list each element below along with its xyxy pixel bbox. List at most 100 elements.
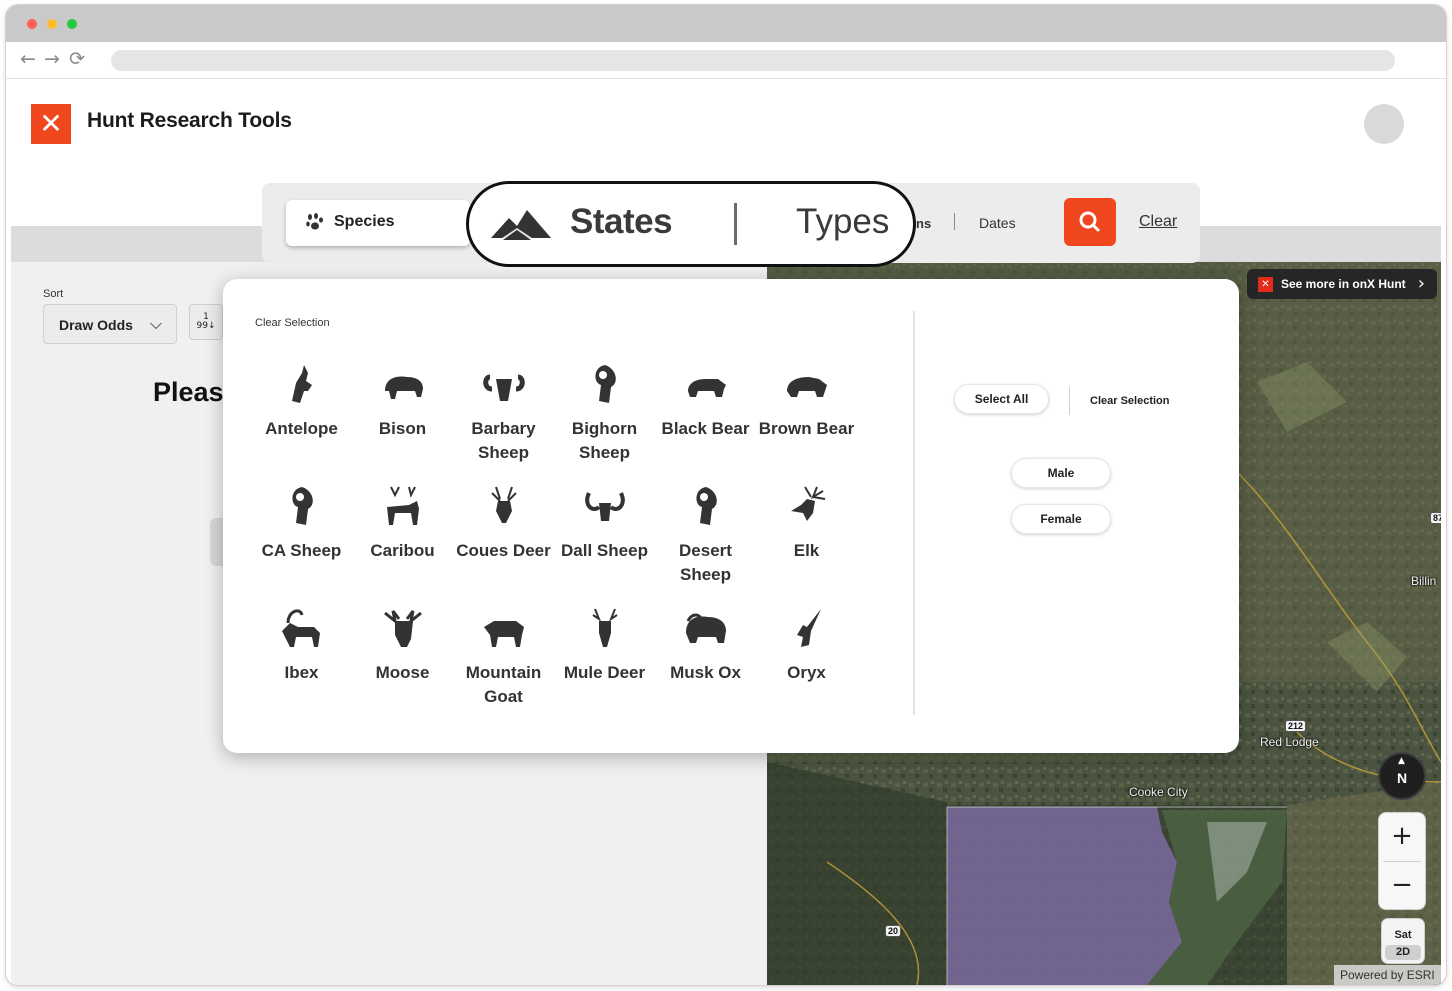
road-badge-20: 20 [885,925,902,937]
address-bar[interactable] [111,50,1395,71]
species-tile[interactable]: Elk [756,483,857,605]
species-name: Antelope [265,419,338,438]
species-name: Ibex [284,663,319,682]
ca-sheep-icon [291,487,313,525]
species-tile[interactable]: Oryx [756,605,857,727]
species-name: Black Bear [661,419,750,438]
bighorn-sheep-icon [594,365,616,403]
species-tile[interactable]: Dall Sheep [554,483,655,605]
sort-dropdown-value: Draw Odds [59,317,133,333]
species-tile[interactable]: CA Sheep [251,483,352,605]
species-tile[interactable]: Coues Deer [453,483,554,605]
browser-chrome: ← → ⟳ [6,5,1446,79]
species-name: Oryx [787,663,826,682]
species-tile[interactable]: Bison [352,361,453,483]
chevron-right-icon: › [1417,273,1425,294]
sex-panel-divider [1069,387,1070,415]
oryx-icon [796,609,821,647]
brown-bear-icon [786,377,827,397]
species-name: Mule Deer [563,663,646,682]
map-label-red-lodge: Red Lodge [1260,735,1319,749]
sort-direction-button[interactable]: 1 99↓ [189,304,223,340]
sort-label: Sort [43,288,64,300]
species-tile[interactable]: Moose [352,605,453,727]
species-name: Bison [378,419,427,438]
black-bear-icon [687,379,726,397]
states-filter[interactable]: States [570,202,673,242]
dall-sheep-icon [584,492,625,521]
types-filter[interactable]: Types [796,202,889,242]
browser-nav-row: ← → ⟳ [6,42,1446,79]
see-more-onx-button[interactable]: ✕ See more in onX Hunt › [1247,269,1437,299]
reload-icon[interactable]: ⟳ [69,48,85,70]
antelope-icon [291,365,312,403]
map-label-billings: Billin [1411,574,1437,588]
callout-divider [734,203,737,245]
browser-window: ← → ⟳ ✕ Hunt Research Tools Sort Draw Od… [6,5,1446,985]
species-name: Mountain Goat [465,663,542,706]
see-more-onx-label: See more in onX Hunt [1281,277,1406,291]
close-window-button[interactable] [27,19,37,29]
compass-label: N [1396,770,1408,786]
sex-option-female[interactable]: Female [1011,504,1111,534]
barbary-sheep-icon [482,374,525,401]
view-mode-toggle[interactable]: 2D [1385,945,1421,960]
basemap-label: Sat [1394,929,1412,941]
species-name: Musk Ox [670,663,741,682]
elk-icon [790,486,825,521]
clear-filters-link[interactable]: Clear [1139,213,1177,231]
species-clear-selection[interactable]: Clear Selection [255,317,330,329]
mountain-goat-icon [483,621,524,647]
seasons-filter-partial[interactable]: ns [916,216,931,231]
user-avatar[interactable] [1364,104,1404,144]
species-filter-label: Species [334,213,395,230]
species-name: Coues Deer [456,541,551,560]
select-all-button[interactable]: Select All [954,384,1049,414]
sort-dropdown[interactable]: Draw Odds ⌵ [43,304,177,344]
road-badge-87: 87 [1430,512,1441,524]
species-name: Brown Bear [758,419,855,438]
onx-logo[interactable]: ✕ [31,104,71,144]
dates-filter[interactable]: Dates [979,215,1016,231]
maximize-window-button[interactable] [67,19,77,29]
species-tile[interactable]: Mountain Goat [453,605,554,727]
mountain-states-icon[interactable] [489,200,553,244]
species-tile[interactable]: Musk Ox [655,605,756,727]
species-tile[interactable]: Antelope [251,361,352,483]
species-tile[interactable]: Caribou [352,483,453,605]
species-tile[interactable]: Bighorn Sheep [554,361,655,483]
musk-ox-icon [685,613,726,643]
species-tile[interactable]: Ibex [251,605,352,727]
ibex-icon [281,609,320,647]
sex-option-male[interactable]: Male [1011,458,1111,488]
forward-arrow-icon[interactable]: → [44,48,60,70]
species-name: Moose [375,663,430,682]
minimize-window-button[interactable] [47,19,57,29]
sex-clear-selection[interactable]: Clear Selection [1090,395,1169,407]
zoom-control: + − [1378,812,1426,910]
sort-direction-bottom: 99↓ [196,321,216,331]
map-label-cooke-city: Cooke City [1129,785,1188,799]
back-arrow-icon[interactable]: ← [20,48,36,70]
species-tile[interactable]: Barbary Sheep [453,361,554,483]
compass-button[interactable]: ▲ N [1378,752,1426,800]
app-title: Hunt Research Tools [87,109,292,132]
species-tile[interactable]: Black Bear [655,361,756,483]
zoom-out-button[interactable]: − [1379,862,1425,910]
paw-print-icon [306,213,323,230]
search-button[interactable] [1064,198,1116,246]
species-name: Barbary Sheep [471,419,536,462]
panel-divider [913,311,915,715]
chevron-down-icon: ⌵ [149,314,162,333]
species-tile[interactable]: Desert Sheep [655,483,756,605]
species-filter-button[interactable]: Species [286,200,470,246]
species-tile[interactable]: Brown Bear [756,361,857,483]
title-bar [6,5,1446,42]
species-name: Elk [793,541,820,560]
basemap-toggle[interactable]: Sat 2D [1381,918,1425,964]
zoom-in-button[interactable]: + [1379,813,1425,861]
search-icon [1079,211,1100,232]
filter-divider [954,213,955,230]
magnified-filter-callout: States Types [466,181,916,267]
species-tile[interactable]: Mule Deer [554,605,655,727]
